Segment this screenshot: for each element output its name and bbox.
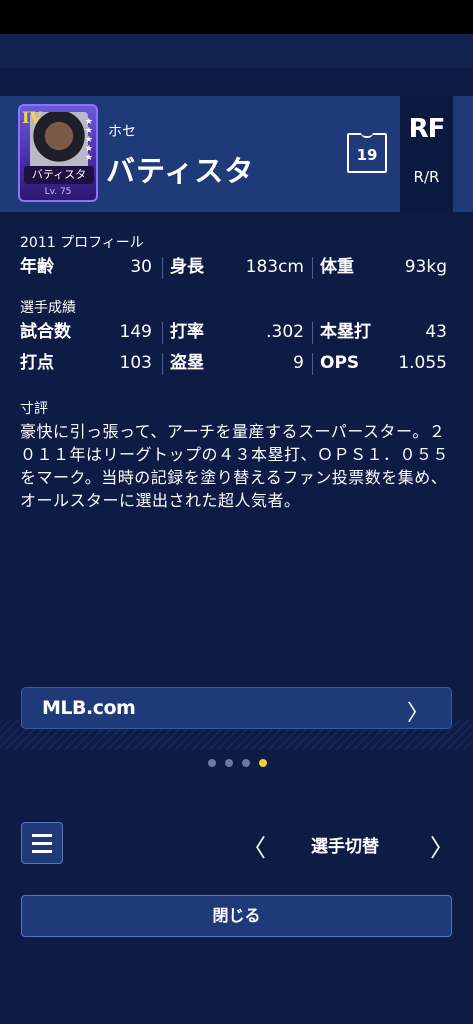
age-label: 年齢 (20, 257, 54, 277)
divider (162, 322, 163, 344)
top-band (0, 34, 473, 68)
card-name: バティスタ (24, 166, 94, 184)
stats-label: 選手成績 (20, 300, 76, 316)
player-position: RF (408, 114, 446, 144)
review-label: 寸評 (20, 401, 48, 417)
avg-label: 打率 (170, 322, 204, 342)
divider (162, 353, 163, 375)
menu-button[interactable] (21, 822, 63, 864)
rbi-value: 103 (119, 353, 152, 373)
avg-cell: 打率 .302 (170, 318, 310, 346)
ops-cell: OPS 1.055 (320, 349, 453, 377)
hr-cell: 本塁打 43 (320, 318, 453, 346)
page-dot[interactable] (225, 759, 233, 767)
age-cell: 年齢 30 (20, 253, 158, 281)
page-dot[interactable] (208, 759, 216, 767)
height-cell: 身長 183cm (170, 253, 310, 281)
weight-label: 体重 (320, 257, 354, 277)
divider (312, 257, 313, 279)
profile-row: 年齢 30 身長 183cm 体重 93kg (20, 253, 453, 281)
avg-value: .302 (266, 322, 304, 342)
age-value: 30 (130, 257, 152, 277)
player-last-name: バティスタ (106, 154, 255, 188)
review-text: 豪快に引っ張って、アーチを量産するスーパースター。２０１１年はリーグトップの４３… (20, 422, 450, 510)
ops-label: OPS (320, 353, 360, 373)
divider (312, 322, 313, 344)
chevron-left-icon[interactable]: 〈 (242, 828, 266, 863)
top-band-2 (0, 68, 473, 96)
close-button[interactable]: 閉じる (21, 895, 452, 937)
jersey-number-text: 19 (356, 146, 378, 164)
sb-label: 盗塁 (170, 353, 204, 373)
stats-row-2: 打点 103 盗塁 9 OPS 1.055 (20, 349, 453, 377)
menu-icon (32, 834, 52, 837)
page-dot-active[interactable] (259, 759, 267, 767)
chevron-right-icon: 〉 (406, 701, 429, 726)
bats-throws: R/R (413, 168, 440, 186)
hr-value: 43 (425, 322, 447, 342)
sb-cell: 盗塁 9 (170, 349, 310, 377)
status-bar (0, 0, 473, 34)
ops-value: 1.055 (398, 353, 447, 373)
games-label: 試合数 (20, 322, 71, 342)
player-card: IV ★ ★ ★ ★ ★ バティスタ Lv. 75 (18, 104, 98, 202)
page-dot[interactable] (242, 759, 250, 767)
games-value: 149 (119, 322, 152, 342)
stats-row-1: 試合数 149 打率 .302 本塁打 43 (20, 318, 453, 346)
divider (312, 353, 313, 375)
height-label: 身長 (170, 257, 204, 277)
card-rank: IV (22, 108, 42, 127)
hr-label: 本塁打 (320, 322, 371, 342)
switch-player-label: 選手切替 (311, 837, 379, 857)
divider (162, 257, 163, 279)
height-value: 183cm (245, 257, 304, 277)
menu-icon (32, 850, 52, 853)
rbi-cell: 打点 103 (20, 349, 158, 377)
card-level: Lv. 75 (44, 187, 72, 197)
sb-value: 9 (293, 353, 304, 373)
jersey-number: 19 (347, 133, 387, 173)
mlb-link-label: MLB.com (42, 697, 136, 719)
rbi-label: 打点 (20, 353, 54, 373)
jersey-collar-icon (361, 133, 373, 138)
chevron-right-icon[interactable]: 〉 (430, 828, 454, 863)
player-first-name: ホセ (108, 124, 136, 140)
page-indicator (208, 759, 268, 769)
profile-label: 2011 プロフィール (20, 235, 144, 251)
card-stars-icon: ★ ★ ★ ★ ★ (84, 117, 93, 163)
games-cell: 試合数 149 (20, 318, 158, 346)
menu-icon (32, 842, 52, 845)
weight-cell: 体重 93kg (320, 253, 453, 281)
mlb-link-button[interactable]: MLB.com 〉 (21, 687, 452, 729)
weight-value: 93kg (404, 257, 447, 277)
